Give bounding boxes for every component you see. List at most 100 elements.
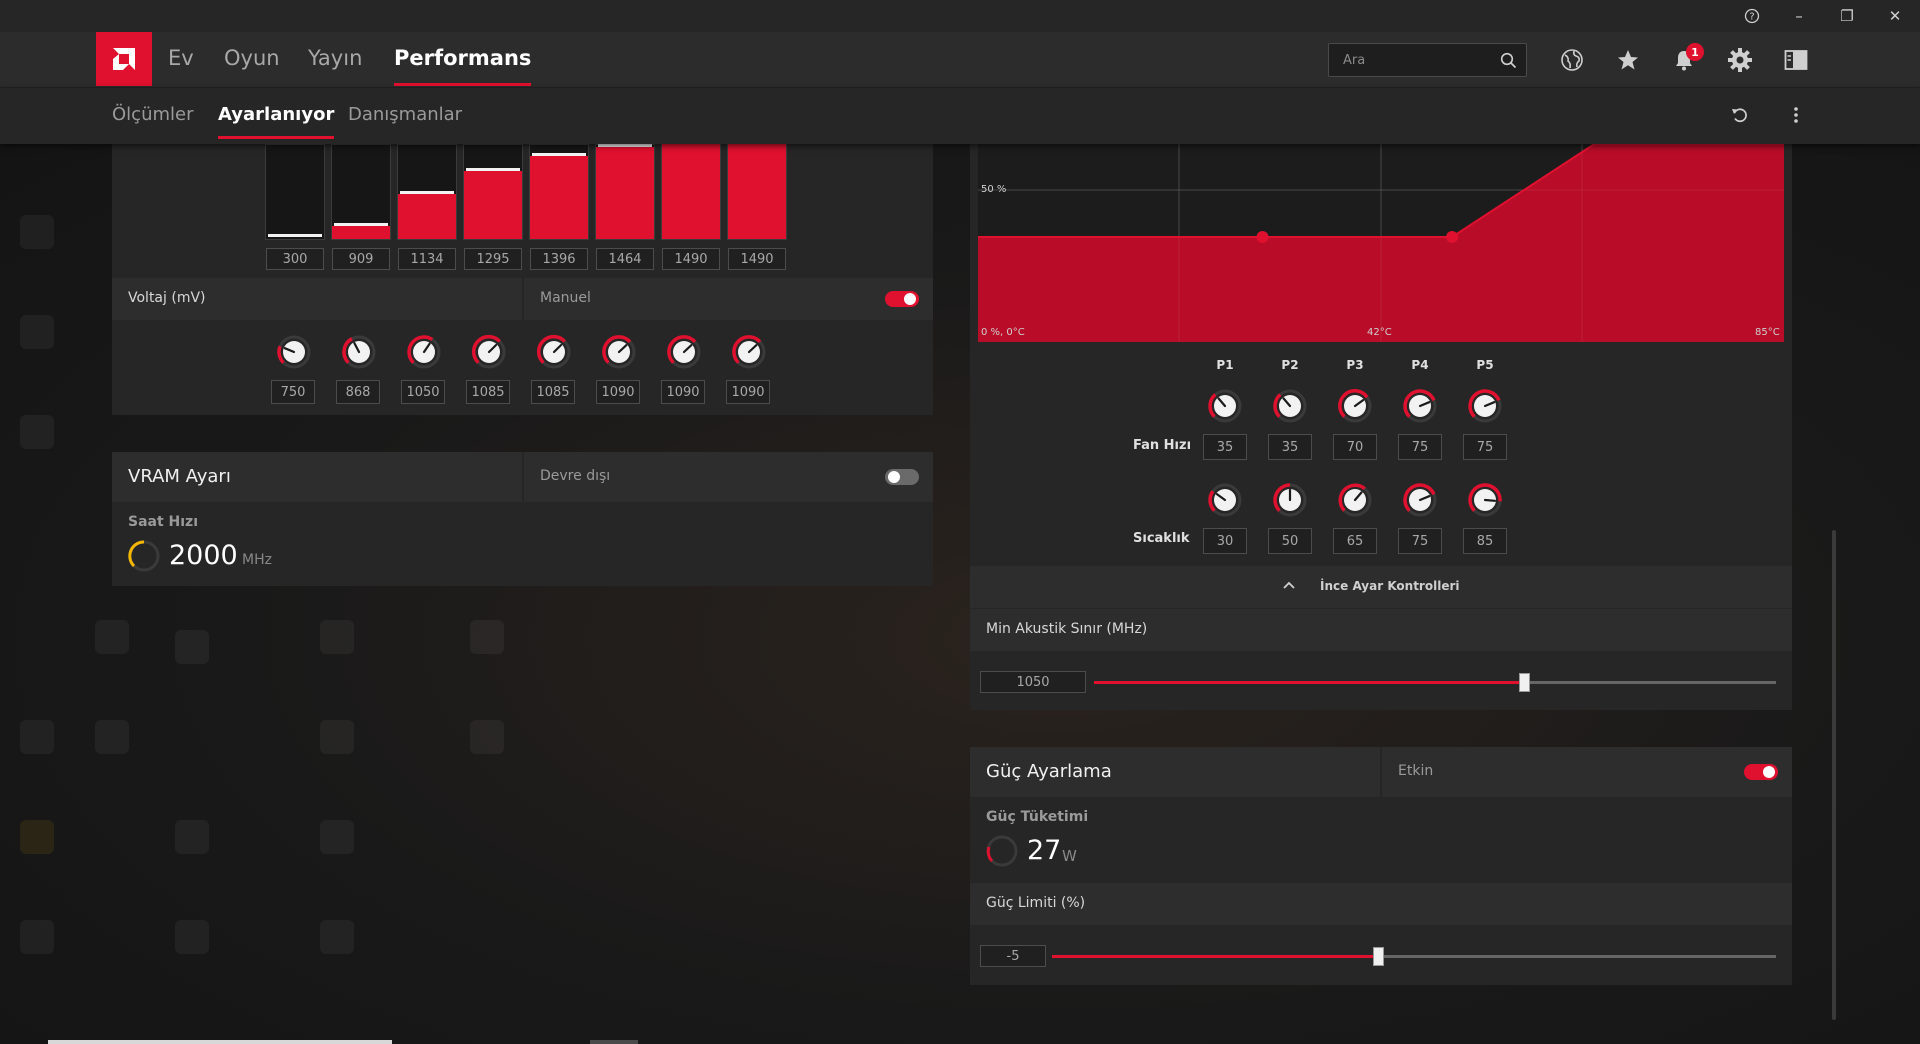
voltage-value-box[interactable]: 1085 [531, 380, 575, 404]
nav-home[interactable]: Ev [168, 46, 194, 70]
minimize-button[interactable]: – [1776, 0, 1822, 32]
voltage-value-box[interactable]: 868 [336, 380, 380, 404]
sidebar-toggle-button[interactable] [1776, 41, 1816, 79]
clock-value-box[interactable]: 1490 [662, 248, 720, 270]
restore-button[interactable]: ❐ [1824, 0, 1870, 32]
amd-logo[interactable] [96, 32, 152, 86]
scrollbar[interactable] [1832, 530, 1836, 1020]
clock-value-box[interactable]: 909 [332, 248, 390, 270]
globe-button[interactable] [1552, 41, 1592, 79]
clock-value-box[interactable]: 1396 [530, 248, 588, 270]
help-button[interactable]: ? [1729, 0, 1775, 32]
voltage-value-box[interactable]: 1050 [401, 380, 445, 404]
voltage-value-box[interactable]: 1090 [596, 380, 640, 404]
fan-speed-value-box[interactable]: 75 [1463, 434, 1507, 460]
vram-toggle[interactable] [885, 469, 919, 485]
fan-speed-knob[interactable] [1270, 386, 1310, 426]
clock-bar[interactable] [397, 144, 457, 240]
voltage-manual-toggle[interactable] [885, 291, 919, 307]
fan-speed-value-box[interactable]: 35 [1203, 434, 1247, 460]
clock-bar[interactable] [331, 144, 391, 240]
fan-speed-value-box[interactable]: 35 [1268, 434, 1312, 460]
voltage-knob[interactable] [404, 332, 444, 372]
fan-speed-knob[interactable] [1205, 386, 1245, 426]
fan-curve-chart[interactable] [978, 144, 1784, 342]
close-button[interactable]: ✕ [1872, 0, 1918, 32]
nav-gaming[interactable]: Oyun [224, 46, 280, 70]
tab-tuning[interactable]: Ayarlanıyor [218, 104, 335, 139]
fan-speed-knob[interactable] [1400, 386, 1440, 426]
clock-bar[interactable] [463, 144, 523, 240]
search-box[interactable] [1328, 43, 1527, 77]
tab-metrics[interactable]: Ölçümler [112, 104, 193, 125]
fan-point-header: P5 [1476, 358, 1494, 372]
clock-value-box[interactable]: 1134 [398, 248, 456, 270]
notifications-button[interactable]: 1 [1664, 41, 1704, 79]
fan-temperature-knob[interactable] [1205, 480, 1245, 520]
voltage-value-box[interactable]: 1090 [661, 380, 705, 404]
fan-temperature-knob[interactable] [1465, 480, 1505, 520]
notification-badge: 1 [1686, 43, 1704, 61]
fan-speed-knob[interactable] [1335, 386, 1375, 426]
fan-temperature-value-box[interactable]: 65 [1333, 528, 1377, 554]
chevron-up-icon[interactable] [1282, 580, 1296, 590]
power-limit-slider[interactable] [1052, 947, 1776, 966]
more-options-button[interactable] [1776, 96, 1816, 134]
power-toggle[interactable] [1744, 764, 1778, 780]
vram-title: VRAM Ayarı [128, 466, 231, 487]
voltage-knob[interactable] [339, 332, 379, 372]
voltage-value-box[interactable]: 750 [271, 380, 315, 404]
voltage-knob[interactable] [534, 332, 574, 372]
reset-button[interactable] [1720, 96, 1760, 134]
voltage-knob[interactable] [664, 332, 704, 372]
star-icon [1618, 50, 1638, 70]
clock-value-box[interactable]: 1490 [728, 248, 786, 270]
clock-value-box[interactable]: 1295 [464, 248, 522, 270]
settings-button[interactable] [1720, 41, 1760, 79]
horizontal-scrollbar-thumb[interactable] [48, 1040, 392, 1044]
power-consumption-label: Güç Tüketimi [986, 809, 1089, 825]
clock-bar[interactable] [529, 144, 589, 240]
voltage-value-box[interactable]: 1090 [726, 380, 770, 404]
voltage-knob[interactable] [274, 332, 314, 372]
vram-clock-unit: MHz [242, 552, 272, 568]
fan-temperature-knob[interactable] [1400, 480, 1440, 520]
fan-temperature-knob[interactable] [1270, 480, 1310, 520]
voltage-knob[interactable] [599, 332, 639, 372]
voltage-value-box[interactable]: 1085 [466, 380, 510, 404]
fan-speed-value-box[interactable]: 75 [1398, 434, 1442, 460]
clock-bar[interactable] [661, 143, 721, 240]
clock-bar[interactable] [595, 144, 655, 240]
clock-bar[interactable] [265, 144, 325, 240]
search-input[interactable] [1329, 44, 1489, 76]
fan-point-header: P2 [1281, 358, 1299, 372]
power-consumption-unit: W [1062, 847, 1077, 865]
clock-bar[interactable] [727, 143, 787, 240]
fan-temperature-value-box[interactable]: 85 [1463, 528, 1507, 554]
nav-performance[interactable]: Performans [394, 46, 532, 86]
favorites-button[interactable] [1608, 41, 1648, 79]
power-limit-value[interactable]: -5 [980, 945, 1046, 967]
gpu-tuning-panel: 300 909 1134 1295 1396 1464 1490 1490 Voltaj (m… [112, 143, 933, 415]
fine-tune-row[interactable]: İnce Ayar Kontrolleri [970, 566, 1792, 608]
fan-curve-point[interactable] [1256, 231, 1269, 243]
min-acoustic-slider-thumb[interactable] [1519, 673, 1530, 692]
fan-speed-knob[interactable] [1465, 386, 1505, 426]
search-icon[interactable] [1500, 52, 1517, 69]
nav-streaming[interactable]: Yayın [308, 46, 362, 70]
tab-advisors[interactable]: Danışmanlar [348, 104, 462, 125]
voltage-header: Voltaj (mV) [112, 278, 522, 320]
fan-speed-value-box[interactable]: 70 [1333, 434, 1377, 460]
fan-temperature-value-box[interactable]: 50 [1268, 528, 1312, 554]
fan-temperature-knob[interactable] [1335, 480, 1375, 520]
fan-temperature-value-box[interactable]: 30 [1203, 528, 1247, 554]
clock-value-box[interactable]: 300 [266, 248, 324, 270]
fan-temperature-value-box[interactable]: 75 [1398, 528, 1442, 554]
fan-curve-point[interactable] [1446, 231, 1459, 243]
voltage-knob[interactable] [469, 332, 509, 372]
clock-value-box[interactable]: 1464 [596, 248, 654, 270]
voltage-knob[interactable] [729, 332, 769, 372]
min-acoustic-value[interactable]: 1050 [980, 671, 1086, 693]
min-acoustic-slider[interactable] [1094, 673, 1776, 692]
power-limit-slider-thumb[interactable] [1373, 947, 1384, 966]
